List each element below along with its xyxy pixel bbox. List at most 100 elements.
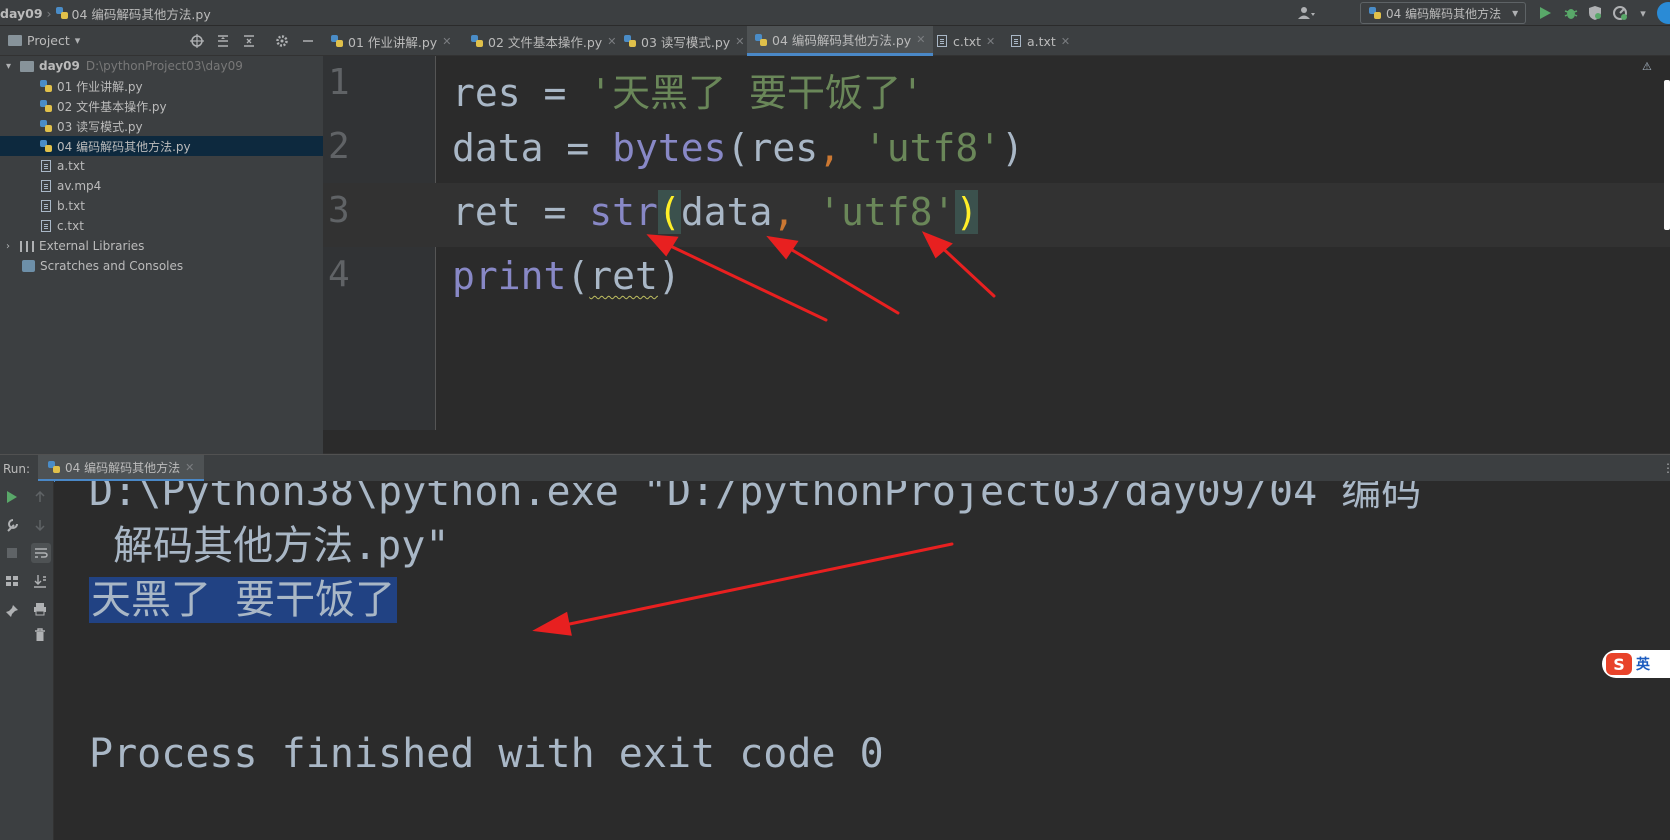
- profile-icon[interactable]: [1611, 4, 1629, 22]
- rerun-icon[interactable]: [4, 489, 20, 505]
- run-panel-header: Run: 04 编码解码其他方法 ✕ ⋮: [0, 454, 1670, 482]
- tree-item-file[interactable]: a.txt: [0, 156, 323, 176]
- editor-tabs: 01 作业讲解.py ✕ 02 文件基本操作.py ✕ 03 读写模式.py ✕…: [323, 26, 1670, 56]
- tree-item-external-libraries[interactable]: › External Libraries: [0, 236, 323, 256]
- run-configuration-selector[interactable]: 04 编码解码其他方法 ▾: [1360, 2, 1526, 24]
- gear-icon[interactable]: [275, 34, 289, 48]
- expand-all-icon[interactable]: [216, 34, 230, 48]
- folder-icon: [8, 35, 22, 46]
- tree-item-label: c.txt: [57, 219, 84, 233]
- chevron-down-icon[interactable]: ▾: [1634, 4, 1652, 22]
- breadcrumb: day09 › 04 编码解码其他方法.py: [0, 4, 211, 23]
- tab-01[interactable]: 01 作业讲解.py ✕: [323, 26, 459, 56]
- ime-language-label: 英: [1636, 657, 1650, 673]
- tab-label: 02 文件基本操作.py: [488, 34, 603, 50]
- python-file-icon: [331, 35, 343, 47]
- tree-item-file[interactable]: 01 作业讲解.py: [0, 76, 323, 96]
- close-icon[interactable]: ✕: [1061, 35, 1070, 48]
- tab-03[interactable]: 03 读写模式.py ✕: [616, 26, 752, 56]
- locate-file-icon[interactable]: [190, 34, 204, 48]
- python-file-icon: [40, 100, 52, 112]
- text-file-icon: [41, 200, 51, 212]
- tree-item-file[interactable]: c.txt: [0, 216, 323, 236]
- tree-item-label: a.txt: [57, 159, 85, 173]
- close-icon[interactable]: ✕: [735, 35, 744, 48]
- tree-item-file-selected[interactable]: 04 编码解码其他方法.py: [0, 136, 323, 156]
- collapse-all-icon[interactable]: [242, 34, 256, 48]
- editor-bottom-area: [323, 430, 1670, 454]
- scroll-to-end-icon[interactable]: [32, 573, 48, 589]
- stop-icon[interactable]: [4, 545, 20, 561]
- video-file-icon: [41, 180, 51, 192]
- code-line-1: res = '天黑了 要干饭了': [452, 71, 924, 115]
- gear-icon[interactable]: ⋮: [1662, 461, 1670, 475]
- tree-item-file[interactable]: 03 读写模式.py: [0, 116, 323, 136]
- chevron-right-icon: ›: [6, 240, 10, 252]
- ime-indicator[interactable]: S 英: [1602, 650, 1670, 678]
- python-file-icon: [40, 120, 52, 132]
- breadcrumb-file[interactable]: 04 编码解码其他方法.py: [72, 4, 211, 23]
- debug-icon[interactable]: [1562, 4, 1580, 22]
- run-tab[interactable]: 04 编码解码其他方法 ✕: [38, 455, 205, 482]
- tab-label: a.txt: [1027, 33, 1056, 49]
- coverage-icon[interactable]: [1586, 4, 1604, 22]
- minimize-icon[interactable]: [301, 34, 315, 48]
- close-icon[interactable]: ✕: [185, 461, 194, 474]
- project-view-selector[interactable]: Project ▾: [8, 33, 80, 48]
- layout-icon[interactable]: [4, 573, 20, 589]
- scratches-icon: [22, 260, 35, 272]
- editor-scrollbar[interactable]: [1664, 80, 1670, 230]
- tree-item-label: External Libraries: [39, 239, 145, 253]
- tree-item-scratches[interactable]: Scratches and Consoles: [0, 256, 323, 276]
- run-toolbar: [0, 481, 54, 840]
- text-file-icon: [1011, 35, 1021, 47]
- close-icon[interactable]: ✕: [986, 35, 995, 48]
- python-file-icon: [55, 7, 68, 19]
- python-file-icon: [1369, 7, 1381, 19]
- pin-icon[interactable]: [4, 603, 20, 619]
- breadcrumb-project[interactable]: day09: [0, 6, 43, 21]
- project-panel-header: Project ▾: [0, 26, 323, 56]
- tree-item-file[interactable]: b.txt: [0, 196, 323, 216]
- tree-item-root[interactable]: ▾ day09 D:\pythonProject03\day09: [0, 56, 323, 76]
- arrow-down-icon[interactable]: [32, 517, 48, 533]
- close-icon[interactable]: ✕: [442, 35, 451, 48]
- run-icon[interactable]: [1536, 4, 1554, 22]
- tree-root-name: day09: [39, 59, 80, 73]
- tree-item-label: 04 编码解码其他方法.py: [57, 139, 191, 154]
- tab-a-txt[interactable]: a.txt ✕: [1003, 26, 1078, 56]
- console-command-line: D:\Python38\python.exe "D:/pythonProject…: [89, 481, 1422, 515]
- tab-c-txt[interactable]: c.txt ✕: [929, 26, 1003, 56]
- tree-item-file[interactable]: av.mp4: [0, 176, 323, 196]
- python-file-icon: [624, 35, 636, 47]
- warning-icon[interactable]: ⚠: [1642, 60, 1662, 74]
- tree-item-label: 01 作业讲解.py: [57, 79, 143, 94]
- wrench-icon[interactable]: [4, 517, 20, 533]
- user-icon[interactable]: [1298, 4, 1316, 22]
- tab-label: 04 编码解码其他方法.py: [772, 33, 912, 48]
- code-line-3: ret = str(data, 'utf8'): [452, 190, 979, 234]
- tree-item-file[interactable]: 02 文件基本操作.py: [0, 96, 323, 116]
- trash-icon[interactable]: [32, 627, 48, 643]
- run-label: Run:: [3, 462, 31, 476]
- avatar[interactable]: [1652, 2, 1670, 24]
- tree-item-label: 03 读写模式.py: [57, 119, 143, 134]
- tab-04-active[interactable]: 04 编码解码其他方法.py ✕: [747, 26, 934, 56]
- console-output[interactable]: D:\Python38\python.exe "D:/pythonProject…: [55, 481, 1670, 840]
- tree-item-label: b.txt: [57, 199, 85, 213]
- tab-label: 01 作业讲解.py: [348, 34, 438, 50]
- chevron-down-icon: ▾: [1512, 6, 1519, 20]
- soft-wrap-icon[interactable]: [31, 543, 51, 563]
- close-icon[interactable]: ✕: [916, 33, 925, 46]
- tab-02[interactable]: 02 文件基本操作.py ✕: [463, 26, 624, 56]
- python-file-icon: [40, 80, 52, 92]
- line-number: 1: [328, 62, 350, 103]
- run-configuration-label: 04 编码解码其他方法: [1386, 6, 1502, 21]
- selected-output-text[interactable]: 天黑了 要干饭了: [89, 577, 398, 623]
- arrow-up-icon[interactable]: [32, 489, 48, 505]
- python-file-icon: [755, 33, 767, 46]
- folder-icon: [20, 60, 34, 72]
- print-icon[interactable]: [32, 601, 48, 617]
- chevron-down-icon: ▾: [74, 34, 81, 47]
- project-tree: ▾ day09 D:\pythonProject03\day09 01 作业讲解…: [0, 56, 323, 456]
